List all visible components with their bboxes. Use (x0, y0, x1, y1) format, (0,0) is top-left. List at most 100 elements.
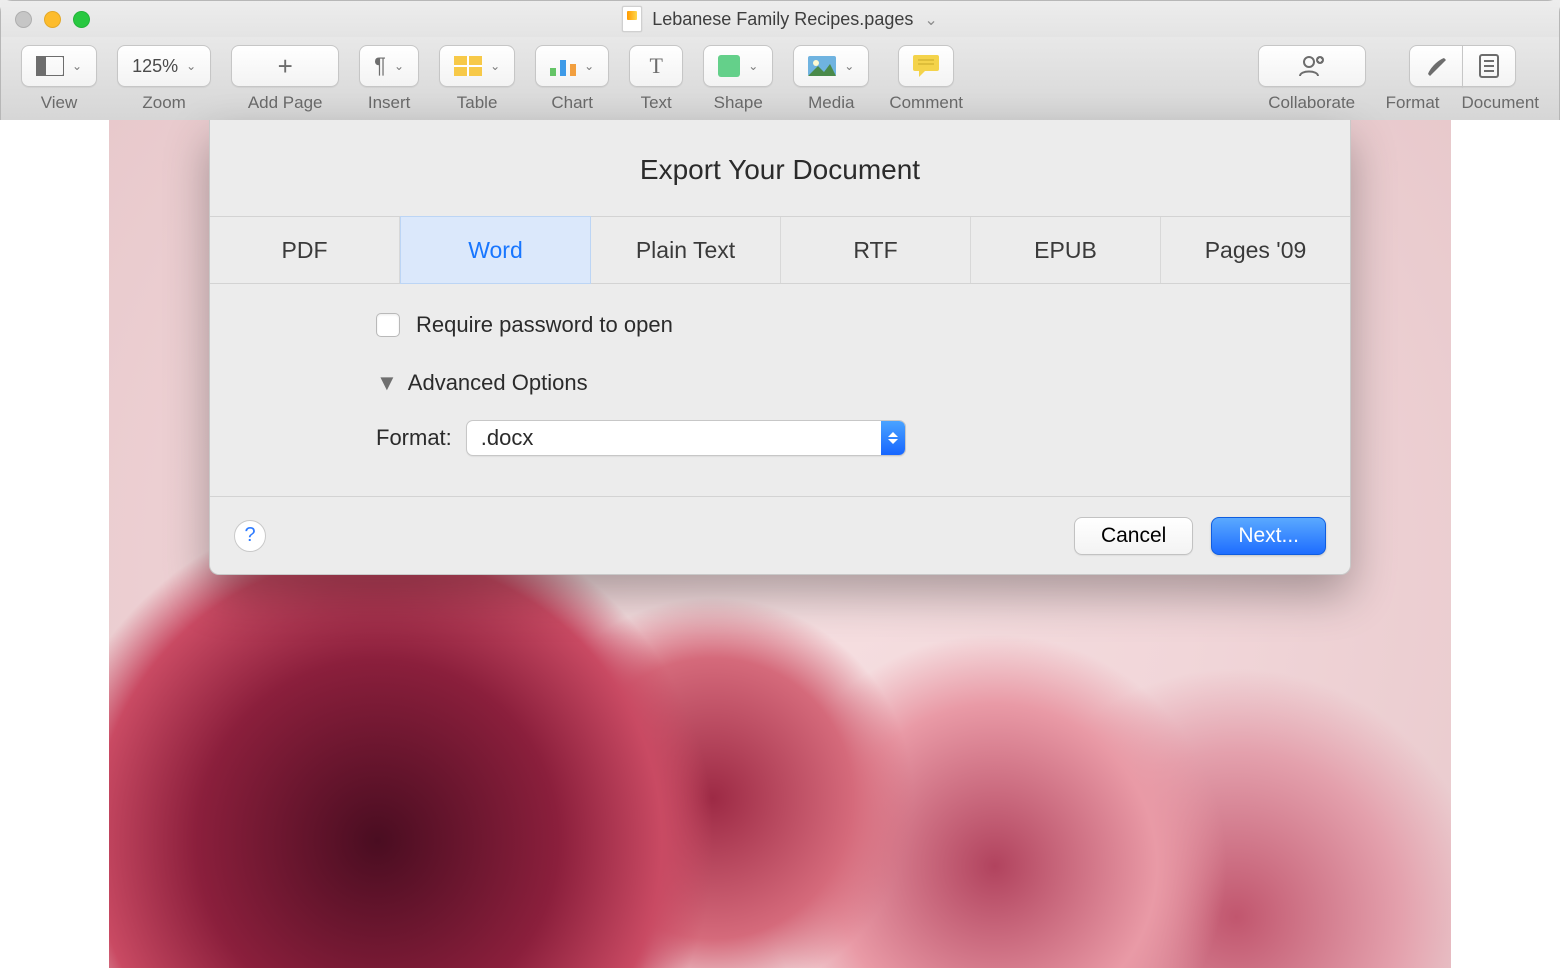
zoom-window-button[interactable] (73, 11, 90, 28)
brush-icon (1424, 54, 1448, 78)
next-button[interactable]: Next... (1211, 517, 1326, 555)
tab-word[interactable]: Word (400, 216, 591, 284)
chevron-down-icon: ⌄ (748, 59, 758, 73)
comment-tool: Comment (889, 45, 963, 113)
tab-rtf[interactable]: RTF (781, 217, 971, 283)
chevron-down-icon: ⌄ (394, 59, 404, 73)
text-label: Text (641, 93, 672, 113)
insert-label: Insert (368, 93, 411, 113)
view-icon (36, 56, 64, 76)
collaborate-button[interactable] (1258, 45, 1366, 87)
cancel-button-label: Cancel (1101, 524, 1166, 547)
require-password-row: Require password to open (376, 312, 1300, 338)
pages-file-icon (622, 6, 642, 32)
comment-icon (913, 55, 939, 77)
table-icon (454, 56, 482, 76)
tab-epub-label: EPUB (1034, 237, 1097, 264)
zoom-tool: 125% ⌄ Zoom (117, 45, 211, 113)
zoom-value: 125% (132, 56, 178, 77)
export-dialog: Export Your Document PDF Word Plain Text… (209, 120, 1351, 575)
chart-label: Chart (551, 93, 593, 113)
document-icon (1479, 54, 1499, 78)
add-page-button[interactable]: + (231, 45, 339, 87)
plus-icon: + (278, 51, 293, 82)
text-tool: T Text (629, 45, 683, 113)
window-controls (15, 11, 90, 28)
format-button[interactable] (1409, 45, 1463, 87)
toolbar: ⌄ View 125% ⌄ Zoom + Add Page ¶ ⌄ Insert… (1, 37, 1559, 121)
chart-icon (550, 56, 576, 76)
cancel-button[interactable]: Cancel (1074, 517, 1193, 555)
chevron-down-icon: ⌄ (844, 59, 854, 73)
tab-word-label: Word (468, 237, 523, 264)
zoom-label: Zoom (142, 93, 185, 113)
help-button[interactable]: ? (234, 520, 266, 552)
view-tool: ⌄ View (21, 45, 97, 113)
tab-plain-text[interactable]: Plain Text (591, 217, 781, 283)
advanced-options-label: Advanced Options (408, 370, 588, 396)
media-label: Media (808, 93, 854, 113)
media-tool: ⌄ Media (793, 45, 869, 113)
tab-pdf[interactable]: PDF (210, 217, 400, 283)
format-row: Format: .docx (376, 420, 1300, 456)
shape-label: Shape (714, 93, 763, 113)
chart-button[interactable]: ⌄ (535, 45, 609, 87)
select-stepper-icon (881, 421, 905, 455)
tab-pages09[interactable]: Pages '09 (1161, 217, 1350, 283)
shape-icon (718, 55, 740, 77)
disclosure-triangle-icon: ▼ (376, 370, 398, 396)
shape-button[interactable]: ⌄ (703, 45, 773, 87)
tab-rtf-label: RTF (853, 237, 897, 264)
document-label: Document (1462, 93, 1539, 113)
chevron-down-icon: ⌄ (584, 59, 594, 73)
next-button-label: Next... (1238, 524, 1299, 547)
insert-tool: ¶ ⌄ Insert (359, 45, 419, 113)
chevron-down-icon: ⌄ (490, 59, 500, 73)
export-format-tabs: PDF Word Plain Text RTF EPUB Pages '09 (210, 216, 1350, 284)
insert-button[interactable]: ¶ ⌄ (359, 45, 419, 87)
help-icon: ? (244, 524, 255, 547)
collaborate-label: Collaborate (1268, 93, 1355, 113)
export-dialog-title: Export Your Document (210, 120, 1350, 216)
pilcrow-icon: ¶ (374, 53, 386, 79)
require-password-checkbox[interactable] (376, 313, 400, 337)
zoom-button[interactable]: 125% ⌄ (117, 45, 211, 87)
export-dialog-footer: ? Cancel Next... (210, 496, 1350, 574)
title-disclosure-icon[interactable]: ⌄ (924, 12, 937, 29)
format-document-tools: Format Document (1386, 45, 1539, 113)
view-button[interactable]: ⌄ (21, 45, 97, 87)
title-bar: Lebanese Family Recipes.pages ⌄ (1, 1, 1559, 37)
tab-pdf-label: PDF (282, 237, 328, 264)
tab-pages09-label: Pages '09 (1205, 237, 1307, 264)
table-button[interactable]: ⌄ (439, 45, 515, 87)
minimize-window-button[interactable] (44, 11, 61, 28)
chevron-down-icon: ⌄ (186, 59, 196, 73)
table-tool: ⌄ Table (439, 45, 515, 113)
export-dialog-body: Require password to open ▼ Advanced Opti… (210, 284, 1350, 496)
media-button[interactable]: ⌄ (793, 45, 869, 87)
collaborate-icon (1298, 54, 1326, 78)
shape-tool: ⌄ Shape (703, 45, 773, 113)
format-label: Format (1386, 93, 1440, 113)
tab-epub[interactable]: EPUB (971, 217, 1161, 283)
advanced-options-disclosure[interactable]: ▼ Advanced Options (376, 370, 1300, 396)
chevron-down-icon: ⌄ (72, 59, 82, 73)
collaborate-tool: Collaborate (1258, 45, 1366, 113)
chart-tool: ⌄ Chart (535, 45, 609, 113)
require-password-label: Require password to open (416, 312, 673, 338)
table-label: Table (457, 93, 498, 113)
view-label: View (41, 93, 78, 113)
format-select-value: .docx (481, 425, 534, 451)
format-select[interactable]: .docx (466, 420, 906, 456)
media-icon (808, 56, 836, 76)
text-icon: T (649, 53, 662, 79)
comment-label: Comment (889, 93, 963, 113)
tab-plain-text-label: Plain Text (636, 237, 735, 264)
document-title-text: Lebanese Family Recipes.pages (652, 9, 913, 29)
document-button[interactable] (1462, 45, 1516, 87)
close-window-button[interactable] (15, 11, 32, 28)
document-title: Lebanese Family Recipes.pages ⌄ (652, 9, 938, 30)
text-button[interactable]: T (629, 45, 683, 87)
comment-button[interactable] (898, 45, 954, 87)
format-label: Format: (376, 425, 452, 451)
